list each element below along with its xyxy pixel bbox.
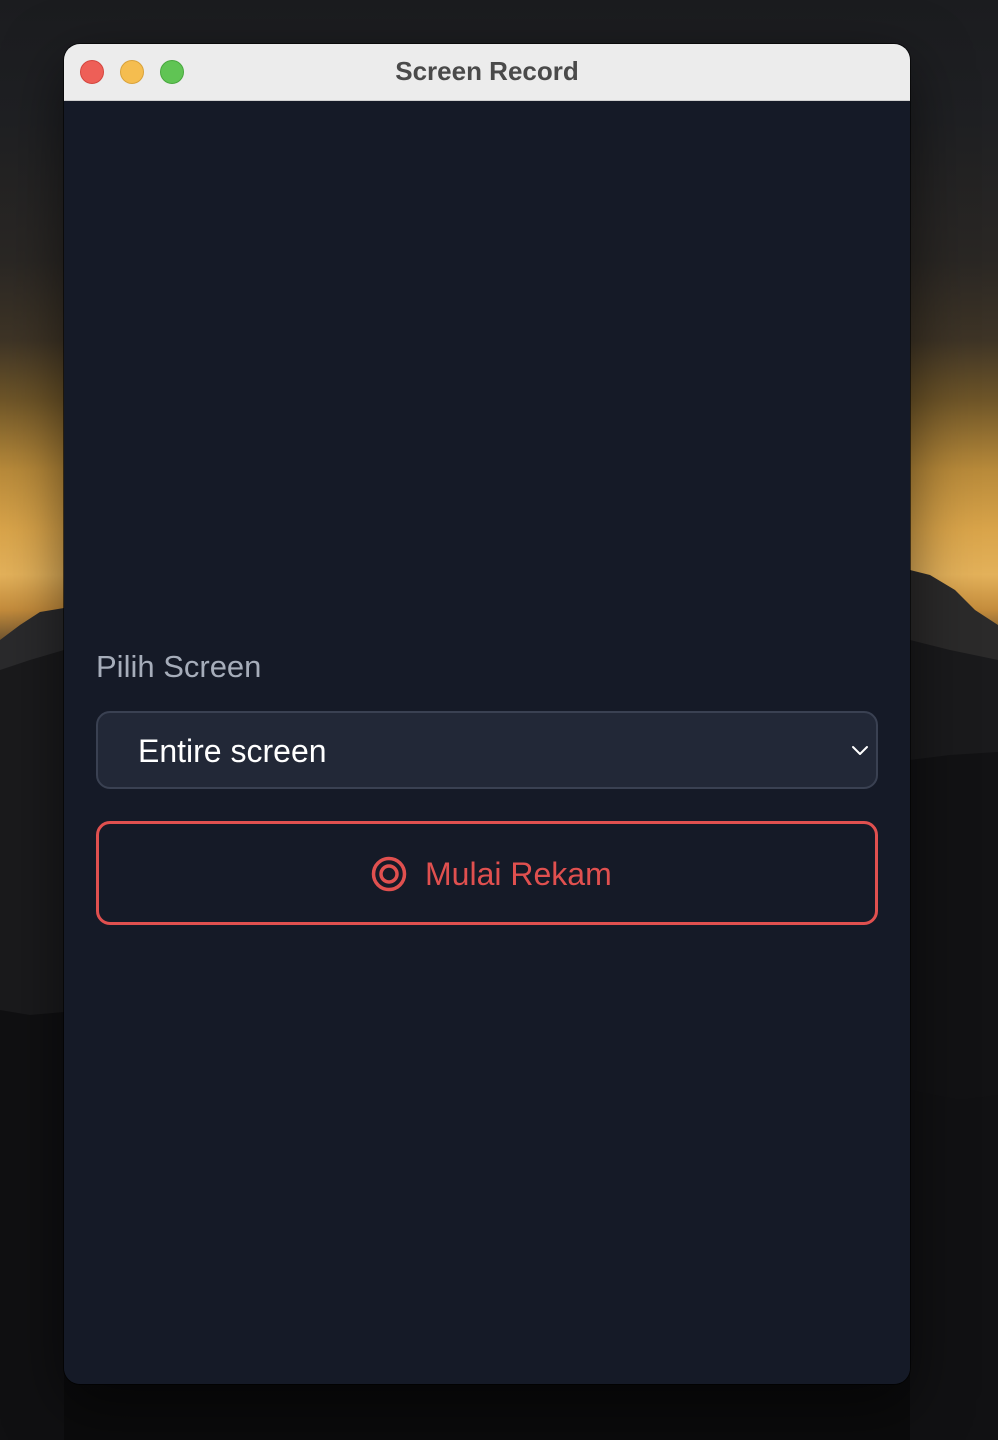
start-recording-label: Mulai Rekam: [425, 856, 612, 892]
window-content: Pilih Screen Entire screen Mulai Rekam: [64, 101, 910, 1384]
screen-select-value: Entire screen: [138, 733, 327, 769]
chevron-down-icon: [852, 746, 868, 755]
title-bar: Screen Record: [64, 44, 910, 101]
window-title: Screen Record: [395, 56, 579, 86]
start-recording-button[interactable]: Mulai Rekam: [96, 821, 878, 925]
screen-select-label: Pilih Screen: [96, 649, 262, 684]
record-icon: [371, 856, 407, 892]
screen-record-window: Screen Record Pilih Screen Entire screen…: [64, 44, 910, 1384]
screen-select-dropdown[interactable]: Entire screen: [96, 711, 878, 789]
